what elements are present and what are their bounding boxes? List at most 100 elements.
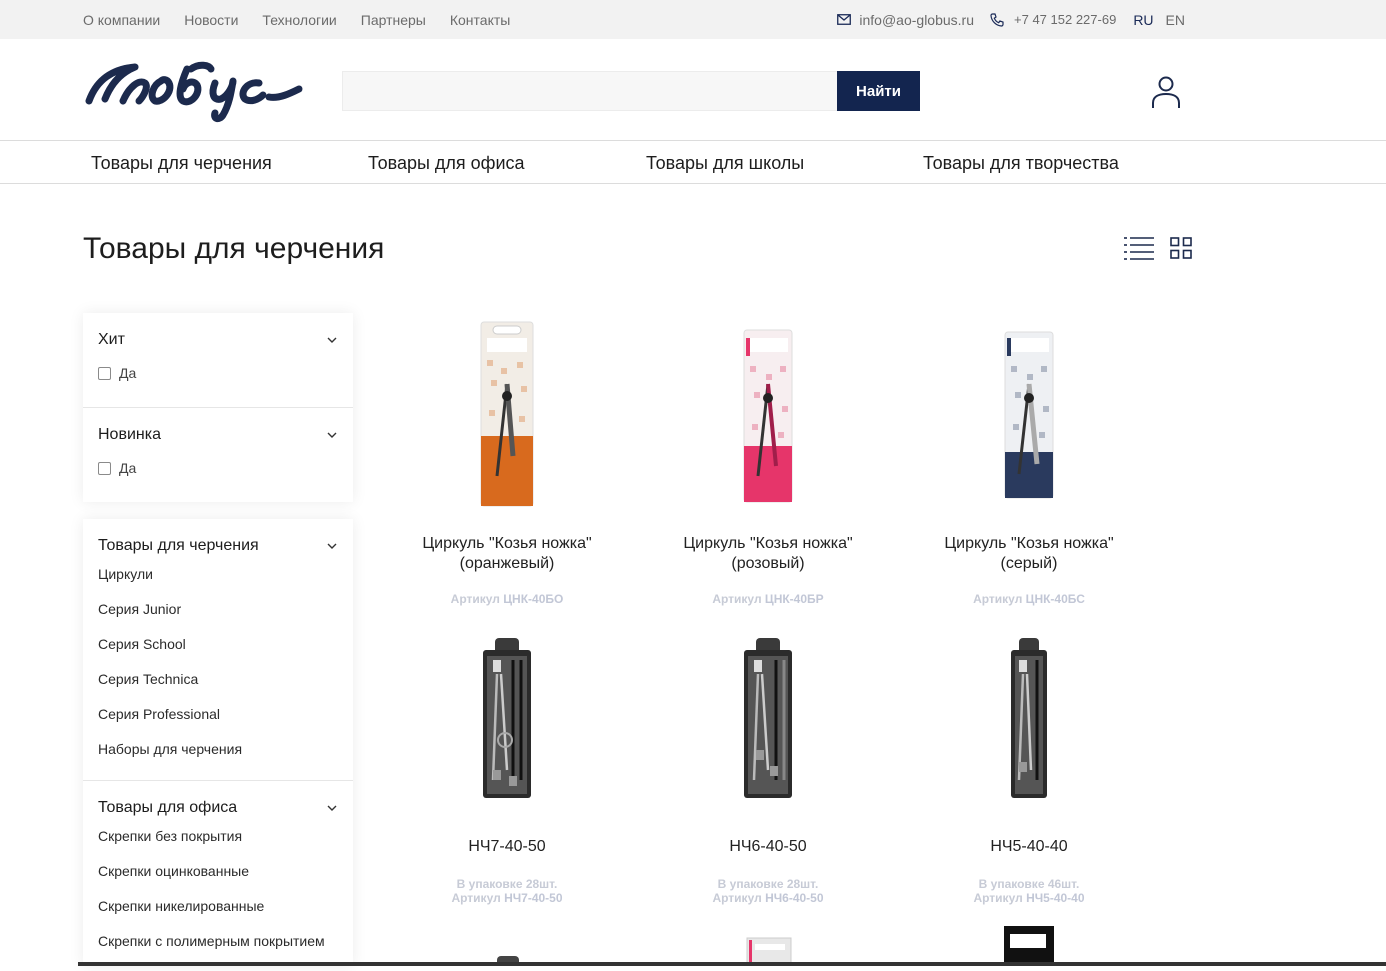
product-image[interactable]	[658, 630, 878, 810]
drawing-set-image	[483, 638, 531, 798]
phone-icon	[990, 12, 1004, 27]
category-group-title: Товары для черчения	[98, 537, 259, 554]
compass-package-image	[743, 329, 793, 503]
category-link[interactable]: Скрепки никелированные	[98, 889, 338, 924]
user-icon[interactable]	[1150, 75, 1182, 109]
category-link[interactable]: Скрепки без покрытия	[98, 819, 338, 854]
product-card[interactable]: Циркуль "Козья ножка" (серый) Артикул ЦН…	[919, 316, 1139, 606]
product-article: Артикул ЦНК-40БО	[397, 592, 617, 606]
top-nav-technologies[interactable]: Технологии	[262, 12, 336, 28]
product-image-partial	[1004, 926, 1054, 966]
product-article: Артикул НЧ5-40-40	[919, 891, 1139, 905]
category-link[interactable]: Скрепки оцинкованные	[98, 854, 338, 889]
article-label: Артикул	[712, 592, 762, 606]
product-name[interactable]: НЧ6-40-50	[658, 837, 878, 857]
product-image[interactable]	[397, 316, 617, 516]
phone-text: +7 47 152 227-69	[1014, 12, 1117, 27]
article-code: НЧ7-40-50	[504, 891, 563, 905]
filter-hit-option-label: Да	[119, 365, 137, 381]
category-group-drawing-header[interactable]: Товары для черчения	[98, 535, 338, 557]
catmenu-creativity[interactable]: Товары для творчества	[923, 153, 1119, 174]
top-nav-about[interactable]: О компании	[83, 12, 160, 28]
product-name[interactable]: НЧ7-40-50	[397, 837, 617, 857]
compass-package-image	[480, 321, 534, 507]
drawing-set-image	[744, 638, 792, 798]
top-nav-news[interactable]: Новости	[184, 12, 238, 28]
top-nav: О компании Новости Технологии Партнеры К…	[83, 0, 510, 39]
article-code: ЦНК-40БО	[503, 592, 564, 606]
category-group-drawing: Товары для черчения Циркули Серия Junior…	[83, 519, 353, 781]
search-input[interactable]	[342, 71, 837, 111]
category-menu: Товары для черчения Товары для офиса Тов…	[0, 142, 1386, 184]
product-name[interactable]: Циркуль "Козья ножка" (оранжевый)	[397, 534, 617, 574]
product-package: В упаковке 46шт.	[978, 877, 1080, 891]
category-link[interactable]: Серия Junior	[98, 592, 338, 627]
category-link[interactable]: Серия Technica	[98, 662, 338, 697]
top-bar: О компании Новости Технологии Партнеры К…	[0, 0, 1386, 39]
catmenu-office[interactable]: Товары для офиса	[368, 153, 525, 174]
list-view-icon[interactable]	[1124, 236, 1154, 260]
product-image[interactable]	[397, 630, 617, 810]
header: Найти	[0, 39, 1386, 141]
category-link[interactable]: Наборы для черчения	[98, 732, 338, 767]
article-label: Артикул	[450, 592, 500, 606]
category-sidebar: Товары для черчения Циркули Серия Junior…	[83, 519, 353, 966]
category-link[interactable]: Скрепки с полимерным покрытием	[98, 924, 338, 959]
product-card[interactable]: Циркуль "Козья ножка" (розовый) Артикул …	[658, 316, 878, 606]
top-nav-partners[interactable]: Партнеры	[361, 12, 426, 28]
product-article: Артикул ЦНК-40БС	[919, 592, 1139, 606]
phone-link[interactable]: +7 47 152 227-69	[990, 12, 1116, 27]
compass-package-image	[1004, 331, 1054, 499]
product-card[interactable]: НЧ6-40-50 В упаковке 28шт. Артикул НЧ6-4…	[658, 630, 878, 905]
product-name[interactable]: Циркуль "Козья ножка" (серый)	[919, 534, 1139, 574]
article-label: Артикул	[973, 592, 1023, 606]
product-image[interactable]	[919, 630, 1139, 810]
product-card[interactable]: НЧ7-40-50 В упаковке 28шт. Артикул НЧ7-4…	[397, 630, 617, 905]
logo[interactable]	[83, 57, 305, 125]
footer-divider	[78, 962, 1386, 966]
category-group-title: Товары для офиса	[98, 799, 238, 816]
article-label: Артикул	[712, 891, 762, 905]
filter-hit-header[interactable]: Хит	[98, 329, 338, 351]
chevron-down-icon	[327, 805, 337, 811]
article-code: НЧ5-40-40	[1026, 891, 1085, 905]
product-article: Артикул НЧ7-40-50	[397, 891, 617, 905]
product-image[interactable]	[658, 316, 878, 516]
chevron-down-icon	[327, 432, 337, 438]
filter-hit-checkbox[interactable]	[98, 366, 111, 380]
lang-en[interactable]: EN	[1166, 12, 1185, 28]
category-link[interactable]: Серия Professional	[98, 697, 338, 732]
chevron-down-icon	[327, 337, 337, 343]
email-text: info@ao-globus.ru	[859, 11, 975, 28]
filter-new: Новинка Да	[83, 408, 353, 502]
contacts: info@ao-globus.ru +7 47 152 227-69 RU EN	[837, 0, 1185, 39]
article-code: ЦНК-40БС	[1025, 592, 1085, 606]
page-title: Товары для черчения	[83, 232, 385, 265]
product-card[interactable]: Циркуль "Козья ножка" (оранжевый) Артику…	[397, 316, 617, 606]
product-package: В упаковке 28шт.	[456, 877, 558, 891]
product-image[interactable]	[919, 316, 1139, 516]
catmenu-school[interactable]: Товары для школы	[646, 153, 804, 174]
filter-hit-title: Хит	[98, 331, 125, 348]
product-name[interactable]: НЧ5-40-40	[919, 837, 1139, 857]
filter-new-option: Да	[98, 458, 338, 478]
filter-new-checkbox[interactable]	[98, 461, 111, 475]
article-code: НЧ6-40-50	[765, 891, 824, 905]
category-link[interactable]: Серия School	[98, 627, 338, 662]
top-nav-contacts[interactable]: Контакты	[450, 12, 510, 28]
product-card[interactable]: НЧ5-40-40 В упаковке 46шт. Артикул НЧ5-4…	[919, 630, 1139, 905]
product-name[interactable]: Циркуль "Козья ножка" (розовый)	[658, 534, 878, 574]
grid-view-icon[interactable]	[1170, 237, 1192, 259]
lang-ru[interactable]: RU	[1133, 12, 1153, 28]
filter-new-title: Новинка	[98, 426, 161, 443]
filter-new-header[interactable]: Новинка	[98, 424, 338, 446]
category-link[interactable]: Циркули	[98, 557, 338, 592]
filter-hit: Хит Да	[83, 313, 353, 408]
chevron-down-icon	[327, 543, 337, 549]
article-label: Артикул	[451, 891, 501, 905]
category-group-office-header[interactable]: Товары для офиса	[98, 797, 338, 819]
catmenu-drawing[interactable]: Товары для черчения	[91, 153, 272, 174]
email-link[interactable]: info@ao-globus.ru	[837, 12, 974, 28]
search-button[interactable]: Найти	[837, 71, 920, 111]
filter-new-option-label: Да	[119, 460, 137, 476]
